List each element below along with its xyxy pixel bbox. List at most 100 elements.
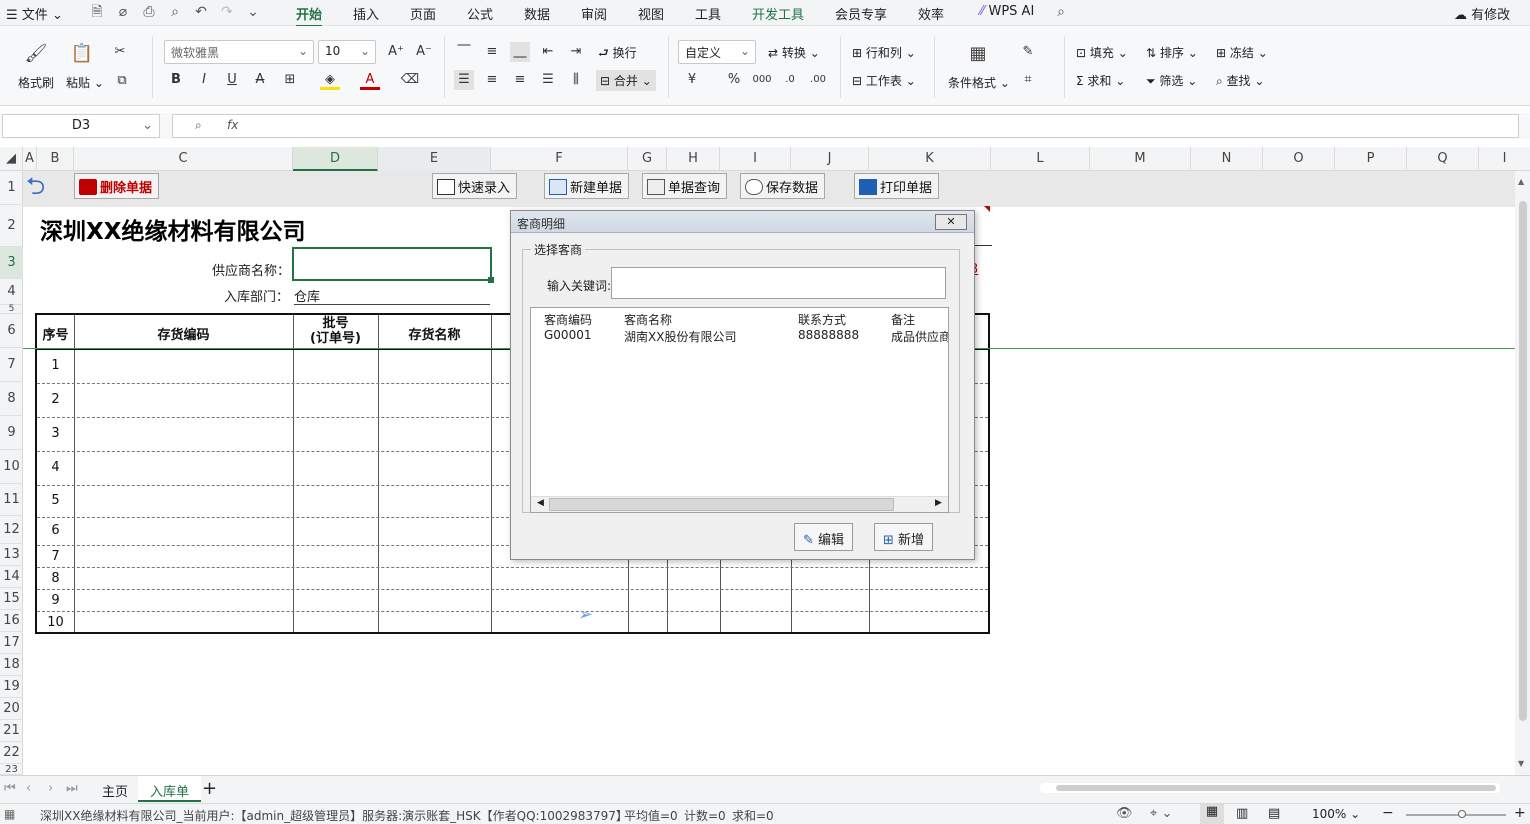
row-header[interactable]: 23 <box>0 764 23 775</box>
close-icon[interactable]: ✕ <box>935 214 967 230</box>
format-painter-icon[interactable]: 🖌 <box>24 42 48 66</box>
justify-icon[interactable]: ☰ <box>538 70 558 90</box>
row-header[interactable]: 15 <box>0 588 23 610</box>
modified-status[interactable]: ☁ 有修改 <box>1454 4 1510 23</box>
distribute-icon[interactable]: ⫼ <box>566 70 586 90</box>
next-sheet-icon[interactable]: › <box>48 781 53 796</box>
sheet-tab-inbound[interactable]: 入库单 <box>138 776 202 802</box>
keyword-input[interactable] <box>611 267 946 299</box>
bold-icon[interactable]: B <box>166 70 186 90</box>
worksheet-button[interactable]: ⊟ 工作表 ⌄ <box>852 72 916 89</box>
dept-value[interactable]: 仓库 <box>294 286 490 305</box>
row-header[interactable]: 13 <box>0 544 23 566</box>
column-header[interactable]: K <box>869 147 991 171</box>
zoom-in-icon[interactable]: + <box>1514 805 1526 821</box>
select-all[interactable]: ◢ <box>0 147 23 171</box>
new-doc-button[interactable]: 新建单据 <box>544 173 630 199</box>
column-header[interactable]: F <box>491 147 628 171</box>
clear-format-icon[interactable]: ⌫ <box>400 70 420 90</box>
redo-icon[interactable]: ↷ <box>218 3 236 21</box>
row-header[interactable]: 7 <box>0 348 23 382</box>
sheet-tab-home[interactable]: 主页 <box>90 781 140 800</box>
indent-decrease-icon[interactable]: ⇤ <box>538 42 558 62</box>
row-header[interactable]: 14 <box>0 566 23 588</box>
decrease-font-icon[interactable]: A⁻ <box>414 42 434 62</box>
thousands-icon[interactable]: 000 <box>752 70 772 90</box>
decrease-decimal-icon[interactable]: .00 <box>808 70 828 90</box>
column-header[interactable]: E <box>378 147 491 171</box>
add-sheet-icon[interactable]: + <box>202 778 217 799</box>
conditional-format-button[interactable]: 条件格式 ⌄ <box>948 74 1010 91</box>
tab-tools[interactable]: 工具 <box>695 4 721 23</box>
back-icon[interactable]: ⮌ <box>26 174 60 199</box>
increase-font-icon[interactable]: A⁺ <box>386 42 406 62</box>
column-header[interactable]: I <box>720 147 791 171</box>
tab-formula[interactable]: 公式 <box>467 4 493 23</box>
column-header[interactable]: I <box>1479 147 1530 171</box>
paste-icon[interactable]: 📋 <box>70 42 94 66</box>
print-doc-button[interactable]: 打印单据 <box>854 173 940 199</box>
print-preview-icon[interactable]: ⌕ <box>166 3 184 21</box>
column-header[interactable]: O <box>1263 147 1335 171</box>
conditional-format-icon[interactable]: ▦ <box>966 42 990 66</box>
query-button[interactable]: 单据查询 <box>642 173 728 199</box>
last-sheet-icon[interactable]: ⏭ <box>66 781 78 796</box>
font-color-icon[interactable]: A <box>360 70 380 90</box>
find-button[interactable]: ⌕ 查找 ⌄ <box>1216 72 1264 89</box>
edit-button[interactable]: ✎ 编辑 <box>794 523 854 551</box>
supplier-input[interactable] <box>292 247 494 283</box>
dialog-titlebar[interactable]: 客商明细 ✕ <box>511 211 974 233</box>
align-bottom-icon[interactable]: ⎽ <box>510 42 530 62</box>
column-header[interactable]: H <box>667 147 720 171</box>
number-format-select[interactable]: 自定义 ⌄ <box>678 40 756 64</box>
paste-button[interactable]: 粘贴 ⌄ <box>66 74 104 91</box>
row-header[interactable]: 5 <box>0 305 23 314</box>
row-header[interactable]: 19 <box>0 676 23 698</box>
row-header[interactable]: 8 <box>0 382 23 416</box>
tab-home[interactable]: 开始 <box>296 4 323 27</box>
cell-style-icon[interactable]: ✎ <box>1018 42 1038 62</box>
tab-member[interactable]: 会员专享 <box>835 4 887 23</box>
page-view-icon[interactable]: ▥ <box>1236 806 1248 821</box>
list-item[interactable]: G00001 湖南XX股份有限公司 88888888 成品供应商 <box>531 326 948 344</box>
file-menu[interactable]: ☰ 文件 ⌄ <box>6 4 63 23</box>
font-size-select[interactable]: 10 ⌄ <box>318 40 376 64</box>
font-name-select[interactable]: 微软雅黑 ⌄ <box>164 40 314 64</box>
column-header[interactable]: G <box>628 147 667 171</box>
search-icon[interactable]: ⌕ <box>1052 3 1070 21</box>
wrap-text-button[interactable]: ⮐ 换行 <box>598 44 637 65</box>
sheet-hscroll[interactable] <box>1040 783 1500 793</box>
row-header[interactable]: 10 <box>0 450 23 484</box>
align-right-icon[interactable]: ≡ <box>510 70 530 90</box>
eye-icon[interactable]: 👁 <box>1116 806 1133 821</box>
tab-review[interactable]: 审阅 <box>581 4 607 23</box>
strikethrough-icon[interactable]: A <box>250 70 270 90</box>
underline-icon[interactable]: U <box>222 70 242 90</box>
column-header[interactable]: Q <box>1407 147 1479 171</box>
tab-view[interactable]: 视图 <box>638 4 664 23</box>
copy-icon[interactable]: ⧉ <box>112 71 132 91</box>
row-header[interactable]: 11 <box>0 484 23 516</box>
row-col-button[interactable]: ⊞ 行和列 ⌄ <box>852 44 916 61</box>
print-icon[interactable]: ⎙ <box>140 3 158 21</box>
formula-input[interactable]: ⌕ fx <box>172 114 1519 138</box>
row-header[interactable]: 20 <box>0 698 23 720</box>
row-header[interactable]: 2 <box>0 205 23 247</box>
italic-icon[interactable]: I <box>194 70 214 90</box>
break-view-icon[interactable]: ▤ <box>1268 806 1280 821</box>
column-header[interactable]: M <box>1090 147 1191 171</box>
scroll-thumb[interactable] <box>549 498 894 511</box>
row-header[interactable]: 21 <box>0 720 23 742</box>
format-painter-button[interactable]: 格式刷 <box>18 74 54 91</box>
row-header[interactable]: 17 <box>0 632 23 654</box>
tab-page[interactable]: 页面 <box>410 4 436 23</box>
export-pdf-icon[interactable]: ⌀ <box>114 3 132 21</box>
row-header[interactable]: 12 <box>0 516 23 544</box>
row-header[interactable]: 1 <box>0 171 23 205</box>
supplier-list[interactable]: 客商编码 客商名称 联系方式 备注 G00001 湖南XX股份有限公司 8888… <box>530 307 949 513</box>
row-header[interactable]: 4 <box>0 279 23 305</box>
first-sheet-icon[interactable]: ⏮ <box>4 781 16 796</box>
row-header[interactable]: 16 <box>0 610 23 632</box>
prev-sheet-icon[interactable]: ‹ <box>26 781 31 796</box>
border-icon[interactable]: ⊞ <box>280 70 300 90</box>
